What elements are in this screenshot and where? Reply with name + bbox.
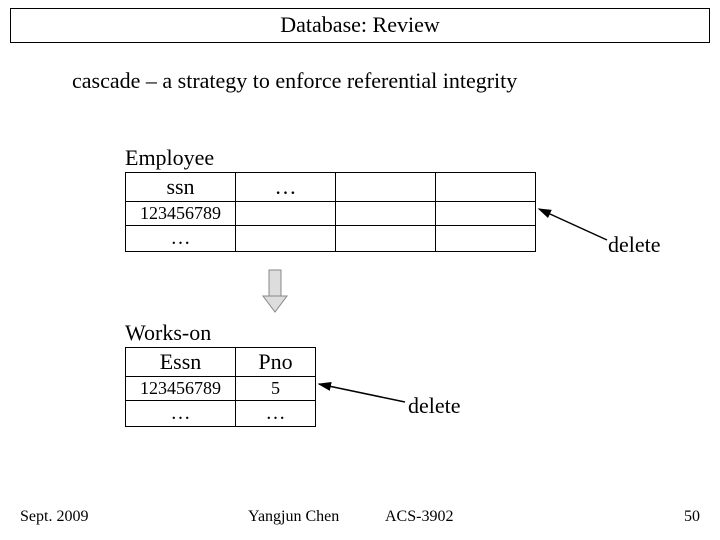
header-pno: Pno bbox=[236, 348, 316, 377]
header-essn: Essn bbox=[126, 348, 236, 377]
page-title: Database: Review bbox=[10, 8, 710, 43]
footer-page: 50 bbox=[684, 508, 700, 526]
arrow-delete-employee-icon bbox=[535, 195, 610, 245]
cell bbox=[436, 226, 536, 252]
cell bbox=[336, 202, 436, 226]
table-header-row: Essn Pno bbox=[126, 348, 316, 377]
arrow-delete-works-on-icon bbox=[315, 375, 410, 405]
down-arrow-icon bbox=[260, 268, 290, 316]
employee-table: ssn … 123456789 … bbox=[125, 172, 536, 252]
table-row: … … bbox=[126, 401, 316, 427]
header-col3 bbox=[336, 173, 436, 202]
footer-course: ACS-3902 bbox=[385, 508, 453, 526]
table-header-row: ssn … bbox=[126, 173, 536, 202]
cell bbox=[236, 202, 336, 226]
cell bbox=[236, 226, 336, 252]
header-col2: … bbox=[236, 173, 336, 202]
header-col4 bbox=[436, 173, 536, 202]
header-ssn: ssn bbox=[126, 173, 236, 202]
cell-essn: 123456789 bbox=[126, 377, 236, 401]
subtitle: cascade – a strategy to enforce referent… bbox=[72, 68, 517, 94]
cell-ellipsis: … bbox=[126, 226, 236, 252]
cell bbox=[336, 226, 436, 252]
employee-label: Employee bbox=[125, 145, 214, 171]
footer-author: Yangjun Chen bbox=[248, 508, 339, 526]
delete-label-employee: delete bbox=[608, 232, 661, 258]
works-on-label: Works-on bbox=[125, 320, 211, 346]
delete-label-works-on: delete bbox=[408, 393, 461, 419]
table-row: … bbox=[126, 226, 536, 252]
cell bbox=[436, 202, 536, 226]
table-row: 123456789 bbox=[126, 202, 536, 226]
cell-pno: 5 bbox=[236, 377, 316, 401]
cell-ssn: 123456789 bbox=[126, 202, 236, 226]
footer-date: Sept. 2009 bbox=[20, 508, 88, 526]
table-row: 123456789 5 bbox=[126, 377, 316, 401]
works-on-table: Essn Pno 123456789 5 … … bbox=[125, 347, 316, 427]
cell-ellipsis: … bbox=[126, 401, 236, 427]
cell-ellipsis: … bbox=[236, 401, 316, 427]
